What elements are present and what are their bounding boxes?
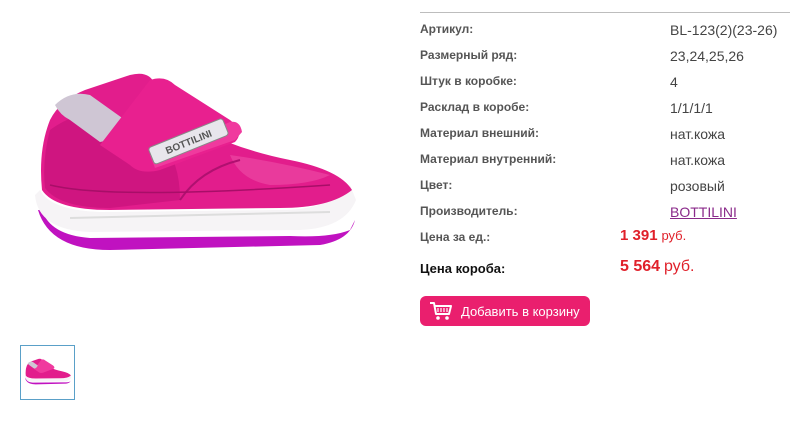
spec-label: Производитель: (420, 204, 518, 218)
spec-row-layout: Расклад в коробе: 1/1/1/1 (420, 91, 790, 117)
spec-value: BOTTILINI (670, 204, 737, 220)
add-to-cart-label: Добавить в корзину (461, 303, 580, 319)
spec-row-inner-material: Материал внутренний: нат.кожа (420, 143, 790, 169)
spec-value: 1/1/1/1 (670, 100, 713, 116)
spec-label: Цвет: (420, 178, 453, 192)
spec-row-outer-material: Материал внешний: нат.кожа (420, 117, 790, 143)
spec-label: Материал внутренний: (420, 152, 557, 166)
sneaker-illustration: BOTTILINI (35, 73, 356, 250)
spec-label: Артикул: (420, 22, 474, 36)
spec-row-pieces: Штук в коробке: 4 (420, 65, 790, 91)
spec-row-color: Цвет: розовый (420, 169, 790, 195)
box-price-label: Цена короба: (420, 261, 506, 276)
product-image: BOTTILINI (30, 60, 360, 270)
spec-value: нат.кожа (670, 152, 726, 168)
spec-value: 23,24,25,26 (670, 48, 744, 64)
spec-row-manufacturer: Производитель: BOTTILINI (420, 195, 790, 221)
unit-price-amount: 1 391 (620, 227, 658, 244)
thumbnail-image (24, 358, 72, 385)
spec-row-article: Артикул: BL-123(2)(23-26) (420, 13, 790, 39)
spec-label: Расклад в коробе: (420, 100, 530, 114)
unit-price-currency: руб. (661, 228, 687, 243)
box-price-row: Цена короба: 5 564 руб. (420, 247, 790, 281)
box-price-currency: руб. (663, 258, 695, 275)
unit-price-value: 1 391 руб. (620, 227, 686, 244)
spec-row-sizes: Размерный ряд: 23,24,25,26 (420, 39, 790, 65)
add-to-cart-button[interactable]: Добавить в корзину (420, 296, 590, 326)
spec-value: 4 (670, 74, 678, 90)
cart-icon (430, 302, 452, 320)
product-specs: Артикул: BL-123(2)(23-26) Размерный ряд:… (420, 12, 790, 281)
manufacturer-link[interactable]: BOTTILINI (670, 204, 737, 220)
box-price-amount: 5 564 (620, 258, 661, 275)
box-price-value: 5 564 руб. (620, 258, 694, 276)
spec-value: розовый (670, 178, 725, 194)
product-thumbnail[interactable] (20, 345, 75, 400)
spec-label: Размерный ряд: (420, 48, 518, 62)
unit-price-label: Цена за ед.: (420, 230, 491, 244)
spec-label: Материал внешний: (420, 126, 540, 140)
unit-price-row: Цена за ед.: 1 391 руб. (420, 221, 790, 247)
spec-value: BL-123(2)(23-26) (670, 22, 778, 38)
spec-label: Штук в коробке: (420, 74, 517, 88)
spec-value: нат.кожа (670, 126, 726, 142)
